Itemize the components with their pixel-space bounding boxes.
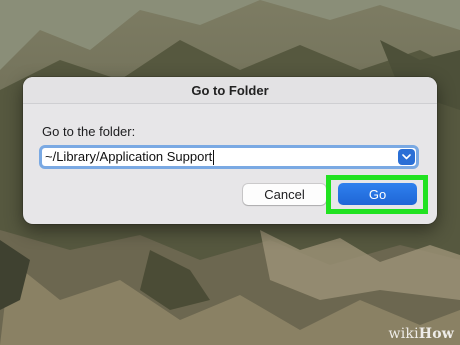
text-caret bbox=[213, 150, 215, 166]
chevron-down-icon bbox=[402, 154, 411, 160]
cancel-button[interactable]: Cancel bbox=[243, 184, 326, 205]
folder-prompt-label: Go to the folder: bbox=[42, 124, 136, 139]
go-button[interactable]: Go bbox=[338, 183, 417, 205]
dialog-title: Go to Folder bbox=[191, 82, 269, 98]
path-history-dropdown-button[interactable] bbox=[398, 149, 415, 165]
folder-path-input[interactable]: ~/Library/Application Support bbox=[39, 145, 419, 169]
dialog-titlebar: Go to Folder bbox=[23, 77, 437, 104]
folder-path-value[interactable]: ~/Library/Application Support bbox=[42, 149, 215, 166]
wikihow-watermark: wikiHow bbox=[388, 326, 454, 342]
